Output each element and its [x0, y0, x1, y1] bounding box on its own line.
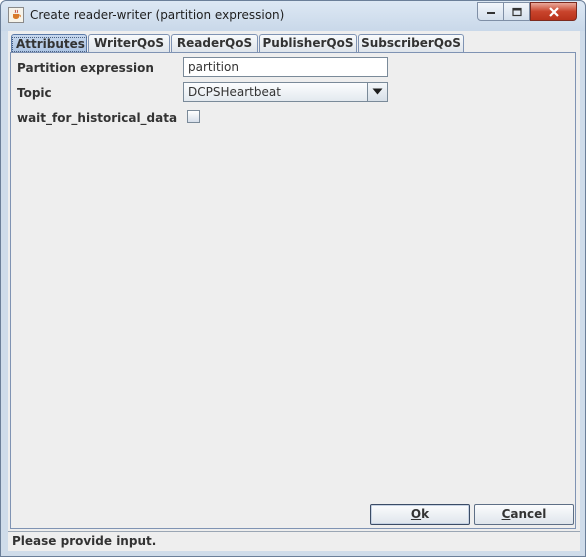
tab-attributes[interactable]: Attributes	[11, 34, 89, 54]
partition-expression-label: Partition expression	[17, 61, 154, 75]
status-text: Please provide input.	[12, 534, 157, 548]
dialog-content: Attributes WriterQoS ReaderQoS Publisher…	[8, 31, 580, 551]
window-title: Create reader-writer (partition expressi…	[30, 8, 285, 22]
tab-publisherqos[interactable]: PublisherQoS	[259, 34, 357, 53]
tab-label: ReaderQoS	[176, 36, 253, 50]
ok-label-rest: k	[421, 507, 430, 521]
maximize-button[interactable]	[503, 2, 530, 21]
tab-writerqos[interactable]: WriterQoS	[88, 34, 170, 53]
wait-for-historical-data-label: wait_for_historical_data	[17, 111, 178, 125]
tab-label: SubscriberQoS	[361, 36, 461, 50]
java-cup-icon	[8, 7, 24, 23]
tab-label: Attributes	[12, 37, 89, 52]
topic-selected-value: DCPSHeartbeat	[188, 85, 281, 99]
ok-mnemonic: O	[410, 507, 422, 521]
minimize-icon	[486, 11, 495, 14]
maximize-icon	[511, 7, 522, 16]
ok-button[interactable]: Ok	[370, 504, 470, 525]
close-icon	[548, 6, 559, 17]
close-button[interactable]	[530, 2, 577, 21]
tab-readerqos[interactable]: ReaderQoS	[171, 34, 258, 53]
cancel-label-rest: ancel	[510, 507, 547, 521]
status-bar: Please provide input.	[8, 531, 580, 550]
topic-combobox[interactable]: DCPSHeartbeat	[183, 82, 388, 102]
topic-label: Topic	[17, 86, 52, 100]
topic-dropdown-button[interactable]	[367, 83, 387, 101]
dialog-window: Create reader-writer (partition expressi…	[0, 0, 586, 557]
partition-expression-input[interactable]	[183, 57, 388, 77]
minimize-button[interactable]	[477, 2, 504, 21]
tab-label: PublisherQoS	[262, 36, 354, 50]
tab-subscriberqos[interactable]: SubscriberQoS	[358, 34, 464, 53]
tab-label: WriterQoS	[94, 36, 164, 50]
title-bar[interactable]: Create reader-writer (partition expressi…	[1, 1, 585, 31]
attributes-panel: Partition expression Topic DCPSHeartbeat…	[10, 52, 576, 529]
cancel-button[interactable]: Cancel	[474, 504, 574, 525]
chevron-down-icon	[372, 88, 383, 95]
wait-for-historical-data-checkbox[interactable]	[187, 110, 200, 123]
